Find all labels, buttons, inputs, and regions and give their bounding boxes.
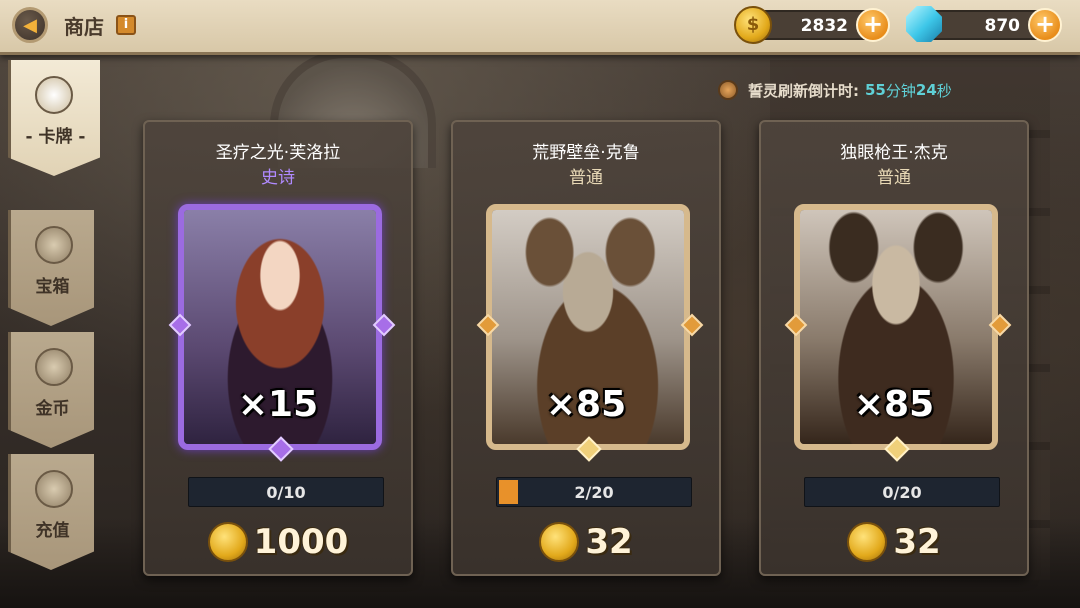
card-rarity: 普通 xyxy=(877,168,911,188)
timer-label: 誓灵刷新倒计时: xyxy=(748,81,859,100)
card-progress-bar: 2/20 xyxy=(496,477,692,507)
timer-minutes-unit: 分钟 xyxy=(885,81,916,100)
card-quantity: ×85 xyxy=(853,384,935,425)
info-icon[interactable]: i xyxy=(116,15,136,35)
page-title: 商店 xyxy=(64,15,104,39)
sidebar-item-label: 卡牌 xyxy=(38,127,73,147)
progress-text: 2/20 xyxy=(574,483,614,502)
top-bar: ◀ 商店 i $ 2832 + 870 + xyxy=(0,0,1080,55)
shop-sidebar: - 卡牌 - 宝箱 金币 充值 xyxy=(8,60,100,580)
blue-gem-icon xyxy=(906,6,942,42)
card-quantity: ×15 xyxy=(237,384,319,425)
gem-resource: 870 + xyxy=(906,6,1062,42)
back-button[interactable]: ◀ xyxy=(12,7,48,43)
timer-seconds: 24 xyxy=(915,81,937,99)
recharge-icon xyxy=(35,470,73,508)
card-price[interactable]: 32 xyxy=(453,522,719,562)
back-arrow-icon: ◀ xyxy=(23,14,37,36)
card-name: 独眼枪王·杰克 xyxy=(840,143,948,163)
sidebar-item-label: 宝箱 xyxy=(35,277,70,297)
sidebar-item-coin[interactable]: 金币 xyxy=(8,332,94,448)
add-gold-button[interactable]: + xyxy=(856,8,890,42)
gold-resource: $ 2832 + xyxy=(734,6,890,44)
price-value: 32 xyxy=(585,522,633,562)
card-progress-bar: 0/20 xyxy=(804,477,1000,507)
sidebar-item-label: 充值 xyxy=(35,521,70,541)
sidebar-item-recharge[interactable]: 充值 xyxy=(8,454,94,570)
sidebar-item-cards[interactable]: - 卡牌 - xyxy=(8,60,100,176)
card-rarity: 史诗 xyxy=(261,168,295,188)
gem-amount: 870 xyxy=(984,16,1021,36)
sidebar-item-label: 金币 xyxy=(35,399,70,419)
gold-amount: 2832 xyxy=(800,16,848,36)
progress-text: 0/10 xyxy=(266,483,306,502)
shop-card[interactable]: 荒野壁垒·克鲁 普通 ×85 2/20 32 xyxy=(451,120,721,576)
add-gem-button[interactable]: + xyxy=(1028,8,1062,42)
coin-icon xyxy=(35,348,73,386)
timer-seconds-unit: 秒 xyxy=(936,81,952,100)
gold-coin-icon xyxy=(207,522,248,562)
card-price[interactable]: 1000 xyxy=(145,522,411,562)
price-value: 32 xyxy=(893,522,941,562)
chest-icon xyxy=(35,226,73,264)
card-progress-bar: 0/10 xyxy=(188,477,384,507)
card-quantity: ×85 xyxy=(545,384,627,425)
card-price[interactable]: 32 xyxy=(761,522,1027,562)
price-value: 1000 xyxy=(253,522,349,562)
card-rarity: 普通 xyxy=(569,168,603,188)
gold-coin-icon xyxy=(539,522,580,562)
shop-card[interactable]: 独眼枪王·杰克 普通 ×85 0/20 32 xyxy=(759,120,1029,576)
stopwatch-icon xyxy=(718,80,738,100)
sidebar-item-chest[interactable]: 宝箱 xyxy=(8,210,94,326)
shop-card[interactable]: 圣疗之光·芙洛拉 史诗 ×15 0/10 1000 xyxy=(143,120,413,576)
cards-icon xyxy=(35,76,73,114)
gold-coin-icon: $ xyxy=(734,6,772,44)
card-name: 圣疗之光·芙洛拉 xyxy=(215,143,341,163)
refresh-timer: 誓灵刷新倒计时: 55 分钟 24 秒 xyxy=(718,78,952,102)
progress-text: 0/20 xyxy=(882,483,922,502)
gold-coin-icon xyxy=(847,522,888,562)
timer-minutes: 55 xyxy=(865,81,886,99)
card-name: 荒野壁垒·克鲁 xyxy=(532,143,640,163)
